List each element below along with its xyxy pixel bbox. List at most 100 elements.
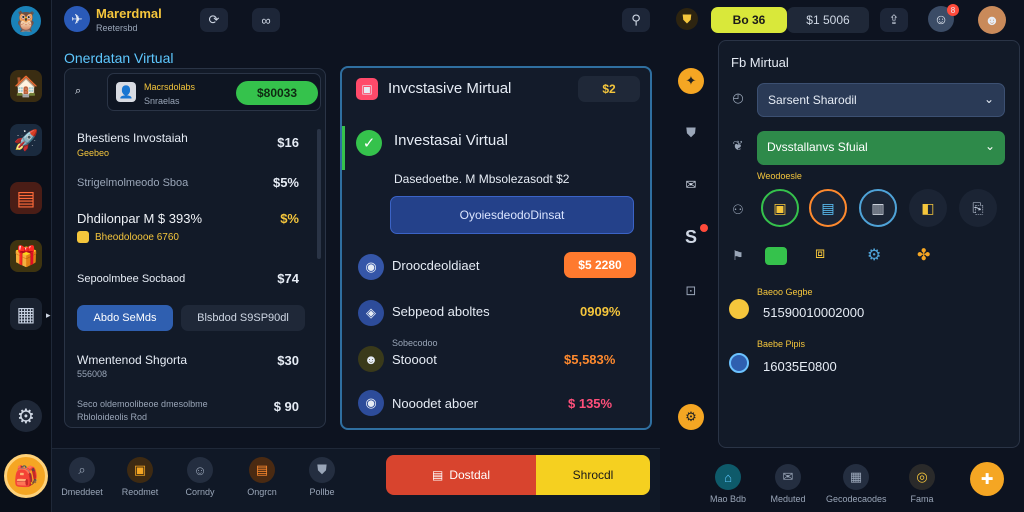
center-row-2-value: 0909% (580, 304, 621, 319)
left-row-5-value: $30 (277, 353, 299, 368)
left-row-1-sub: Geebeo (77, 148, 110, 158)
wallet-icon[interactable]: ▤ (10, 182, 42, 214)
gear-blue-icon[interactable]: ⚙ (867, 245, 881, 265)
middle-icon-column: ✦ ⛊ ✉ S ⊡ ⚙ (666, 40, 718, 436)
puzzle-icon[interactable]: ✤ (917, 245, 930, 265)
right-bottom-nav: ⌂ Mao Bdb ✉ Meduted ▦ Gecodecaodes ◎ Fama ✚ (666, 456, 1024, 512)
nav-item-reodmet[interactable]: ▣ Reodmet (110, 457, 170, 497)
gear-gold-icon[interactable]: ⚙ (678, 404, 704, 430)
nav-item-dmeddeet[interactable]: ⌕ Dmeddeet (52, 457, 112, 497)
treasure-icon[interactable]: 🎒 (4, 454, 48, 498)
left-row-3-sub: Bheodoloooe 6760 (95, 232, 179, 243)
investment-icon: ▣ (356, 78, 378, 100)
left-row-6-sub: Rbloloideolis Rod (77, 412, 148, 422)
points-pill[interactable]: Bo 36 (711, 7, 787, 33)
right-top-bar: ⛊ Bo 36 $1 5006 ⇪ ☺ 8 ☻ (666, 0, 1024, 40)
megaphone-icon: ✉ (775, 464, 801, 490)
center-panel: ▣ Invcstasive Mirtual $2 ✓ Investasai Vi… (340, 66, 652, 430)
left-rail: 🦉 🏠 🚀 ▤ 🎁 ▦ ▸ ⚙ 🎒 (0, 0, 52, 512)
left-row-1-label: Bhestiens Invostaiah (77, 131, 188, 145)
building-icon[interactable]: ▦ (10, 298, 42, 330)
bottom-right-button[interactable]: Shrocdl (536, 455, 650, 495)
center-header-badge[interactable]: $2 (578, 76, 640, 102)
bank-icon: ⌂ (715, 464, 741, 490)
primary-action-button[interactable]: Abdo SeMds (77, 305, 173, 331)
nav-item-pollbe[interactable]: ⛊ Pollbe (292, 457, 352, 497)
scrollbar[interactable] (317, 129, 321, 259)
account-card[interactable]: 👤 Macrsdolabs Snraelas $80033 (107, 73, 321, 111)
right-panel: Fb Mirtual ◴ Sarsent Sharodil ⌄ ❦ Dvssta… (718, 40, 1020, 448)
check-icon: ✓ (356, 130, 382, 156)
center-row-1-label: Droocdeoldiaet (392, 258, 480, 273)
center-row-4-label: Nooodet aboer (392, 396, 479, 411)
nav-item-maobdb[interactable]: ⌂ Mao Bdb (698, 464, 758, 504)
document-icon: ▤ (431, 468, 444, 482)
shield-icon[interactable]: ⛊ (676, 8, 698, 30)
center-row-2-label: Sebpeod aboltes (392, 304, 490, 319)
gift-icon[interactable]: 🎁 (10, 240, 42, 272)
link-icon[interactable]: ∞ (252, 8, 280, 32)
user-avatar[interactable]: ☻ (978, 6, 1006, 34)
share-icon[interactable]: ⇪ (880, 8, 908, 32)
center-row-3-sub: Sobecodoo (392, 338, 438, 348)
left-row-6-label: Seco oldemoolibeoe dmesolbme (77, 399, 208, 409)
stat1-value: 51590010002000 (763, 305, 865, 320)
mail-icon[interactable]: ✉ (678, 172, 704, 198)
people-icon: ⚇ (732, 202, 744, 217)
active-indicator (342, 126, 345, 170)
center-row-3-value: $5,583% (564, 352, 616, 367)
bike-icon[interactable]: ⚲ (622, 8, 650, 32)
center-cta-button[interactable]: OyoiesdeodoDinsat (390, 196, 634, 234)
select-account[interactable]: Sarsent Sharodil ⌄ (757, 83, 1005, 117)
left-row-4-label: Sepoolmbee Socbaod (77, 273, 186, 285)
nav-item-meduted[interactable]: ✉ Meduted (758, 464, 818, 504)
node-icon-3[interactable]: ▥ (859, 189, 897, 227)
nav-item-fama[interactable]: ◎ Fama (892, 464, 952, 504)
account-balance[interactable]: $80033 (236, 81, 318, 105)
left-row-5-sub: 556008 (77, 369, 108, 379)
node-icon-5[interactable]: ⎘ (959, 189, 997, 227)
chevron-down-icon: ⌄ (984, 139, 995, 153)
profile-avatar-icon[interactable]: 🦉 (11, 6, 41, 36)
settings-icon[interactable]: ⚙ (10, 400, 42, 432)
chat-icon[interactable] (765, 247, 787, 265)
nav-item-gecodecaodes[interactable]: ▦ Gecodecaodes (826, 464, 887, 504)
layers-icon[interactable]: ⧈ (815, 245, 825, 263)
coins-value: $1 5006 (806, 13, 850, 27)
center-row-1-value[interactable]: $5 2280 (564, 252, 636, 278)
node-icon-4[interactable]: ◧ (909, 189, 947, 227)
left-row-5-label: Wmentenod Shgorta (77, 353, 188, 367)
compass-icon: ◎ (909, 464, 935, 490)
select-strategy[interactable]: Dvsstallanvs Sfuial ⌄ (757, 131, 1005, 165)
lock-icon[interactable]: ⊡ (678, 278, 704, 304)
dollar-badge (700, 224, 708, 232)
nav-item-ongrcn[interactable]: ▤ Ongrcn (232, 457, 292, 497)
nav-item-corndy[interactable]: ☺ Corndy (170, 457, 230, 497)
shield-small-icon[interactable]: ⛊ (678, 120, 704, 146)
person-icon: ☺ (187, 457, 213, 483)
award-icon[interactable]: ✦ (678, 68, 704, 94)
row-icon-1: ◉ (358, 254, 384, 280)
left-row-2-label: Strigelmolmeodo Sboa (77, 177, 189, 189)
node-icon-1[interactable]: ▣ (761, 189, 799, 227)
secondary-action-button[interactable]: Blsbdod S9SP90dl (181, 305, 305, 331)
home-icon[interactable]: 🏠 (10, 70, 42, 102)
refresh-icon[interactable]: ⟳ (200, 8, 228, 32)
app-subtitle: Reetersbd (96, 23, 138, 33)
node-icon-2[interactable]: ▤ (809, 189, 847, 227)
center-header-title: Invcstasive Mirtual (388, 80, 512, 97)
expand-arrow-icon[interactable]: ▸ (46, 310, 51, 321)
app-title: Marerdmal (96, 6, 162, 21)
stat1-label: Baeoo Gegbe (757, 287, 813, 297)
rocket-icon[interactable]: 🚀 (10, 124, 42, 156)
row-icon-2: ◈ (358, 300, 384, 326)
plus-star-icon[interactable]: ✚ (970, 462, 1004, 496)
coins-pill[interactable]: $1 5006 (787, 7, 869, 33)
left-row-1-value: $16 (277, 135, 299, 150)
center-description: Dasedoetbe. M Mbsolezasodt $2 (394, 172, 570, 186)
calculator-icon: ▦ (843, 464, 869, 490)
bottom-left-button[interactable]: ▤ Dostdal (386, 455, 536, 495)
box-icon: ▤ (249, 457, 275, 483)
search-icon[interactable]: ⌕ (75, 85, 81, 98)
chevron-down-icon: ⌄ (983, 92, 994, 106)
